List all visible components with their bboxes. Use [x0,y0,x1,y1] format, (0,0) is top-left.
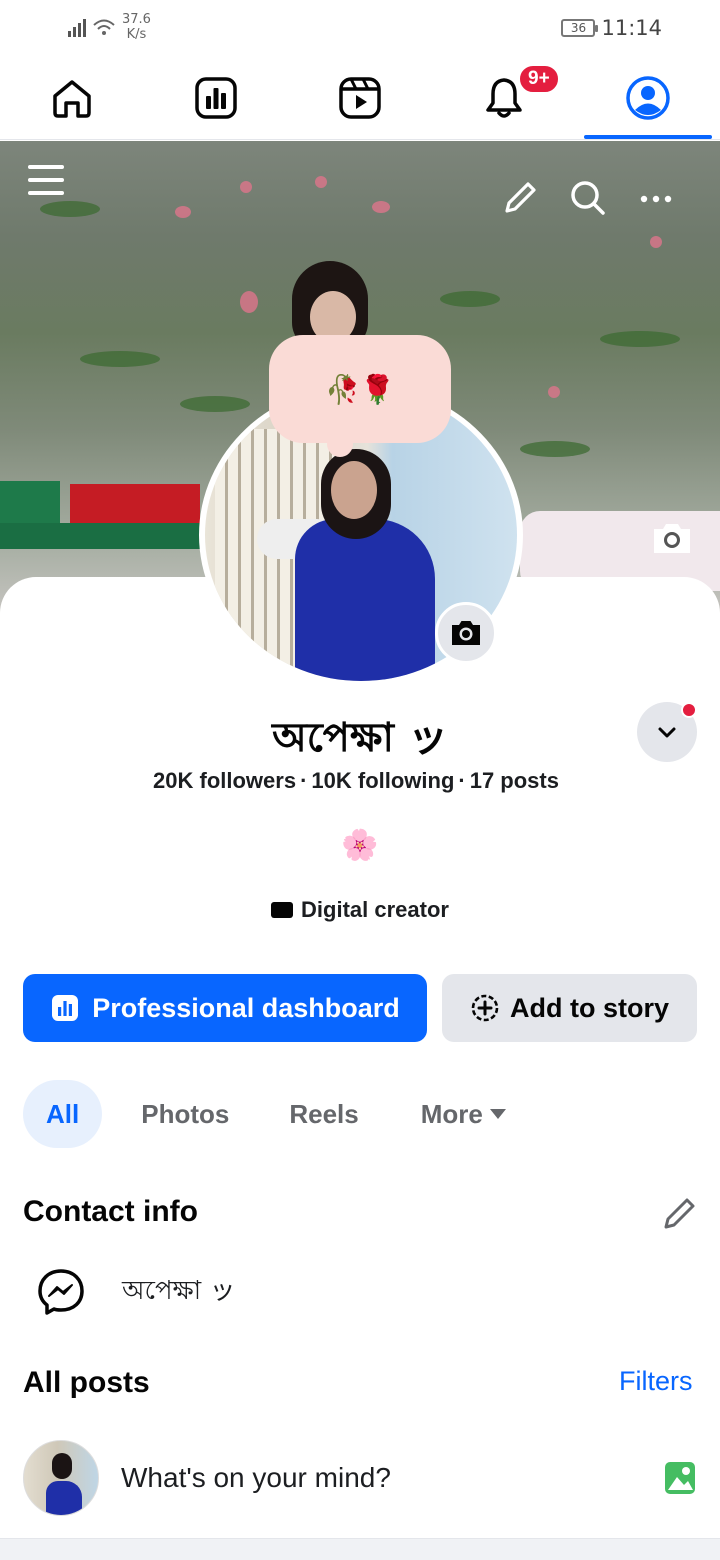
signal-icon [68,17,86,37]
tab-video[interactable] [288,56,432,139]
professional-dashboard-label: Professional dashboard [92,992,400,1023]
filters-link[interactable]: Filters [619,1366,693,1397]
contact-info-title: Contact info [23,1195,198,1228]
menu-button[interactable] [24,158,68,202]
messenger-name: অপেক্ষা ッ [122,1276,236,1306]
search-icon [571,181,605,215]
composer-placeholder[interactable]: What's on your mind? [121,1462,663,1494]
add-to-story-button[interactable]: Add to story [442,974,697,1042]
notification-badge: 9+ [518,64,560,94]
more-icon [640,195,672,203]
status-bar: 37.6 K/s 36 11:14 [0,0,720,56]
category-icon [271,902,294,918]
posts-count: 17 posts [469,768,559,793]
all-posts-title: All posts [23,1366,150,1399]
network-speed: 37.6 K/s [122,12,151,42]
pencil-icon [664,1198,695,1229]
chevron-down-icon [658,727,676,738]
tab-profile[interactable] [576,56,720,139]
profile-stats: 20K followers · 10K following · 17 posts [0,768,712,794]
tab-more[interactable]: More [398,1080,530,1148]
avatar [23,1440,99,1516]
photo-icon[interactable] [663,1459,697,1497]
camera-icon [452,621,480,645]
tab-all[interactable]: All [23,1080,103,1148]
camera-icon [654,524,690,553]
edit-avatar-button[interactable] [435,602,497,664]
bar-chart-icon [52,995,79,1021]
add-story-icon [471,994,499,1022]
pencil-icon [505,182,536,213]
edit-cover-button[interactable] [650,518,694,558]
tab-photos[interactable]: Photos [118,1080,252,1148]
battery-icon: 36 [561,19,599,37]
profile-name: অপেক্ষা ッ [272,715,448,761]
note-text: 🥀🌹 [325,373,395,405]
search-button[interactable] [568,178,608,218]
wifi-icon [93,19,115,35]
section-divider [0,1538,720,1560]
edit-contact-button[interactable] [660,1195,698,1233]
messenger-contact[interactable]: অপেক্ষা ッ [36,1264,235,1320]
profile-icon [626,75,670,120]
tab-notifications[interactable]: 9+ [432,56,576,139]
tab-reels[interactable]: Reels [266,1080,381,1148]
reels-icon [339,76,381,119]
followers-count[interactable]: 20K followers [149,768,300,793]
professional-dashboard-button[interactable]: Professional dashboard [23,974,427,1042]
bar-chart-icon [195,76,237,119]
edit-profile-button[interactable] [500,178,540,218]
menu-icon [28,165,64,195]
more-button[interactable] [636,178,676,218]
add-to-story-label: Add to story [510,992,669,1023]
post-composer[interactable]: What's on your mind? [23,1439,697,1517]
top-nav: 9+ [0,56,720,140]
tab-dashboard[interactable] [144,56,288,139]
profile-category: Digital creator [0,897,720,923]
content-filter-tabs: All Photos Reels More [23,1080,530,1148]
profile-note[interactable]: 🥀🌹 [269,335,451,457]
notification-dot [681,702,697,718]
caret-down-icon [489,1109,506,1119]
category-label: Digital creator [301,897,449,922]
following-count[interactable]: 10K following [307,768,458,793]
tab-home[interactable] [0,56,144,139]
clock: 11:14 [601,16,662,40]
messenger-icon [38,1269,84,1315]
home-icon [53,79,91,118]
bio: 🌸 [341,828,379,863]
